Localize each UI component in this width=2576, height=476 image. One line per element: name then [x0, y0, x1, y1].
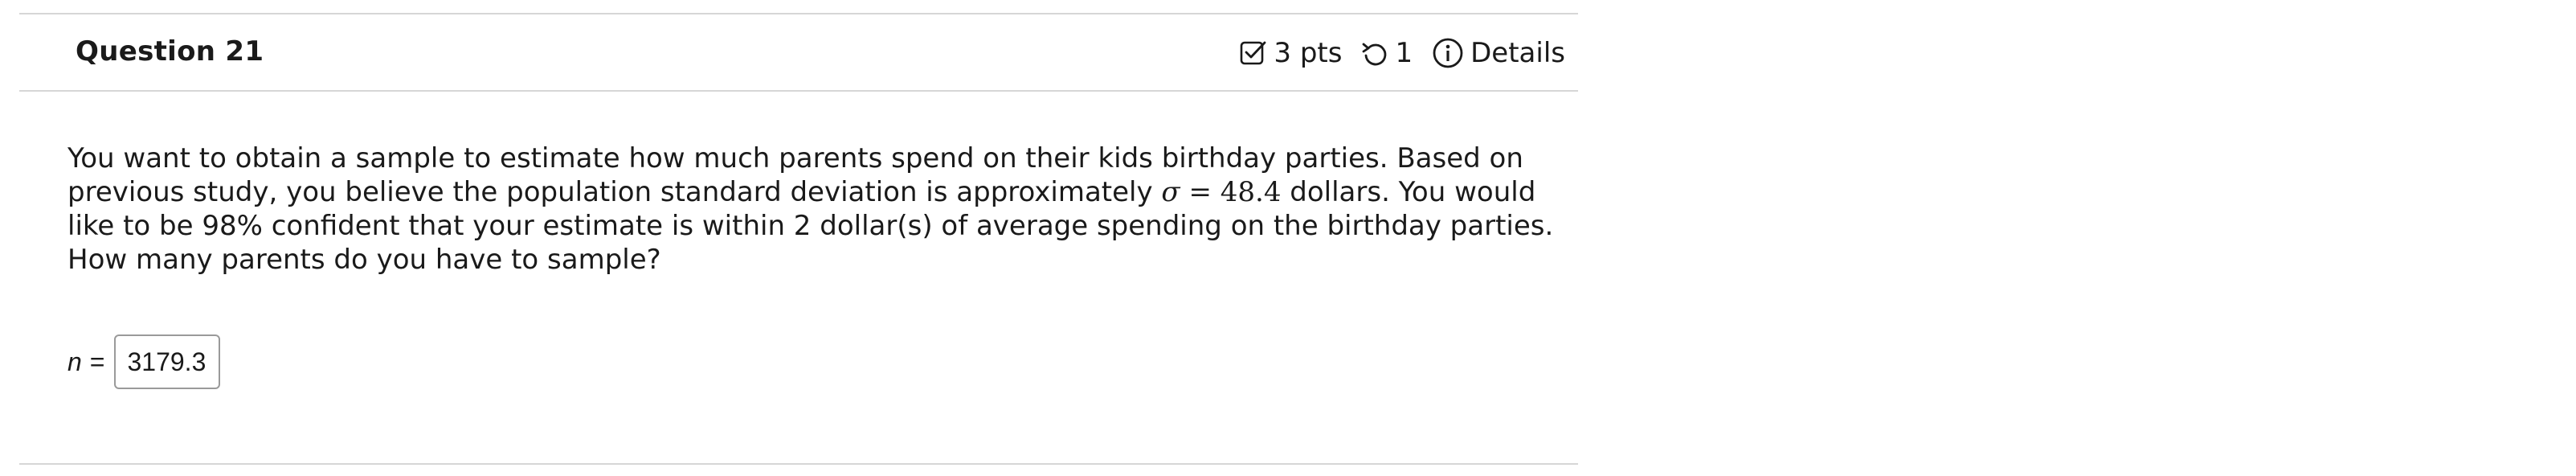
sigma-equals: =	[1180, 176, 1221, 208]
attempts-count: 1	[1395, 37, 1413, 69]
retry-icon	[1361, 39, 1388, 67]
sigma-symbol: σ	[1161, 176, 1180, 208]
bottom-divider	[19, 463, 1578, 465]
attempts-indicator: 1	[1361, 37, 1413, 69]
header-divider	[19, 90, 1578, 92]
answer-equals: =	[89, 347, 105, 376]
checkbox-icon	[1240, 39, 1267, 67]
answer-row: n =	[67, 331, 221, 392]
question-text: You want to obtain a sample to estimate …	[67, 142, 1578, 277]
points-label: 3 pts	[1274, 37, 1343, 69]
details-link[interactable]: Details	[1432, 37, 1565, 69]
sigma-value: 48.4	[1220, 176, 1282, 208]
answer-variable: n	[67, 347, 82, 376]
info-icon[interactable]	[1432, 37, 1464, 69]
question-card: Question 21 3 pts 1 Details You want to …	[19, 13, 1578, 476]
question-meta: 3 pts 1 Details	[1240, 34, 1565, 72]
question-header: Question 21 3 pts 1 Details	[19, 14, 1578, 90]
question-title: Question 21	[76, 35, 264, 68]
question-paragraph: You want to obtain a sample to estimate …	[67, 142, 1578, 277]
answer-input[interactable]	[114, 334, 221, 389]
points-indicator: 3 pts	[1240, 37, 1342, 69]
details-label[interactable]: Details	[1470, 37, 1565, 69]
